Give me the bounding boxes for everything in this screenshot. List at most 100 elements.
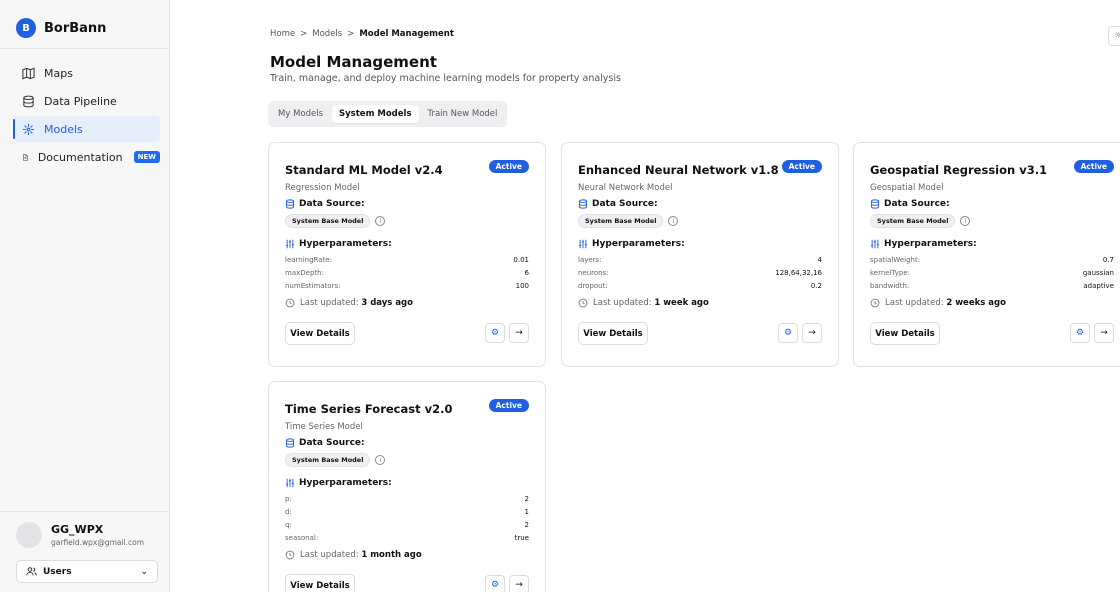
divider xyxy=(0,48,170,49)
hyperparameter-key: kernelType: xyxy=(870,269,910,277)
hyperparameter-key: seasonal: xyxy=(285,534,319,542)
data-source-row: System Base Model i xyxy=(870,214,971,228)
model-settings-button[interactable]: ⚙ xyxy=(778,323,798,343)
last-updated-label: Last updated: xyxy=(300,298,359,308)
tab-my-models[interactable]: My Models xyxy=(271,105,330,123)
brand-name: BorBann xyxy=(44,20,107,36)
open-model-button[interactable]: → xyxy=(1094,323,1114,343)
clock-icon xyxy=(870,298,880,308)
view-details-button[interactable]: View Details xyxy=(870,322,940,345)
last-updated-label: Last updated: xyxy=(593,298,652,308)
model-type: Geospatial Model xyxy=(870,183,944,193)
users-label: Users xyxy=(43,566,72,577)
sliders-icon xyxy=(286,478,294,488)
new-badge: NEW xyxy=(133,151,160,163)
breadcrumb-models[interactable]: Models xyxy=(312,29,342,39)
open-model-button[interactable]: → xyxy=(802,323,822,343)
open-model-button[interactable]: → xyxy=(509,323,529,343)
arrow-right-icon: → xyxy=(1100,328,1108,338)
settings-icon: ☼ xyxy=(1113,31,1120,41)
last-updated-value: 1 month ago xyxy=(361,550,422,560)
chevron-down-icon: ⌄ xyxy=(140,566,148,577)
model-settings-button[interactable]: ⚙ xyxy=(485,575,505,592)
gear-icon: ⚙ xyxy=(490,580,500,590)
hyperparameters-label-text: Hyperparameters: xyxy=(884,239,977,249)
hyperparameter-row: learningRate: 0.01 xyxy=(285,254,529,267)
last-updated-label: Last updated: xyxy=(300,550,359,560)
data-source-row: System Base Model i xyxy=(285,453,386,467)
status-badge: Active xyxy=(781,160,822,173)
hyperparameter-key: d: xyxy=(285,508,292,516)
hyperparameter-list: layers: 4 neurons: 128,64,32,16 dropout: 0.2 xyxy=(578,254,822,293)
brand[interactable]: B BorBann xyxy=(16,18,106,38)
user-profile[interactable]: GG_WPX garfield.wpx@gmail.com xyxy=(16,522,144,548)
users-icon xyxy=(26,567,37,576)
hyperparameter-value: 0.01 xyxy=(513,256,529,264)
brand-logo: B xyxy=(16,18,36,38)
last-updated: Last updated: 2 weeks ago xyxy=(870,298,1006,308)
gear-icon: ⚙ xyxy=(783,328,793,338)
data-source-label-text: Data Source: xyxy=(299,438,365,448)
page-title: Model Management xyxy=(270,53,437,71)
model-tabs: My Models System Models Train New Model xyxy=(268,101,508,127)
sidebar-item-documentation[interactable]: Documentation NEW xyxy=(14,144,160,170)
hyperparameter-key: neurons: xyxy=(578,269,609,277)
hyperparameter-value: true xyxy=(514,534,529,542)
model-card: Time Series Forecast v2.0 Active Time Se… xyxy=(268,381,546,592)
sidebar-item-label: Maps xyxy=(44,66,73,80)
model-card: Standard ML Model v2.4 Active Regression… xyxy=(268,142,546,367)
sidebar-item-maps[interactable]: Maps xyxy=(14,60,160,86)
info-icon[interactable]: i xyxy=(375,455,386,465)
data-source-label: Data Source: xyxy=(285,438,365,448)
hyperparameters-label: Hyperparameters: xyxy=(285,239,392,249)
model-title: Time Series Forecast v2.0 xyxy=(285,402,453,416)
breadcrumb: Home > Models > Model Management xyxy=(270,29,454,39)
hyperparameter-row: layers: 4 xyxy=(578,254,822,267)
users-dropdown[interactable]: Users ⌄ xyxy=(16,560,158,583)
info-icon[interactable]: i xyxy=(668,216,679,226)
model-type: Time Series Model xyxy=(285,422,363,432)
sliders-icon xyxy=(871,239,879,249)
hyperparameter-key: spatialWeight: xyxy=(870,256,921,264)
view-details-button[interactable]: View Details xyxy=(285,322,355,345)
database-icon xyxy=(285,199,295,209)
breadcrumb-separator: > xyxy=(347,29,355,39)
hyperparameter-row: neurons: 128,64,32,16 xyxy=(578,267,822,280)
sidebar-item-data-pipeline[interactable]: Data Pipeline xyxy=(14,88,160,114)
last-updated-value: 2 weeks ago xyxy=(946,298,1006,308)
document-icon xyxy=(23,153,28,161)
data-source-label-text: Data Source: xyxy=(884,199,950,209)
model-card: Geospatial Regression v3.1 Active Geospa… xyxy=(853,142,1120,367)
theme-toggle-button[interactable]: ☼ xyxy=(1108,26,1120,46)
hyperparameter-value: adaptive xyxy=(1083,282,1114,290)
clock-icon xyxy=(285,550,295,560)
avatar xyxy=(16,522,42,548)
hyperparameter-list: spatialWeight: 0.7 kernelType: gaussian band… xyxy=(870,254,1114,293)
map-icon xyxy=(22,67,35,79)
hyperparameter-value: 1 xyxy=(524,508,529,516)
open-model-button[interactable]: → xyxy=(509,575,529,592)
breadcrumb-home[interactable]: Home xyxy=(270,29,295,39)
hyperparameters-label: Hyperparameters: xyxy=(285,478,392,488)
database-icon xyxy=(285,438,295,448)
breadcrumb-separator: > xyxy=(300,29,308,39)
arrow-right-icon: → xyxy=(515,580,523,590)
hyperparameter-key: bandwidth: xyxy=(870,282,910,290)
data-source-chip: System Base Model xyxy=(578,214,664,228)
user-name: GG_WPX xyxy=(51,523,104,536)
hyperparameter-key: numEstimators: xyxy=(285,282,341,290)
info-icon[interactable]: i xyxy=(960,216,971,226)
model-settings-button[interactable]: ⚙ xyxy=(485,323,505,343)
model-settings-button[interactable]: ⚙ xyxy=(1070,323,1090,343)
sidebar-item-models[interactable]: Models xyxy=(13,116,160,142)
model-type: Neural Network Model xyxy=(578,183,673,193)
view-details-button[interactable]: View Details xyxy=(285,574,355,592)
arrow-right-icon: → xyxy=(515,328,523,338)
last-updated: Last updated: 1 week ago xyxy=(578,298,709,308)
hyperparameter-value: 2 xyxy=(524,521,529,529)
tab-system-models[interactable]: System Models xyxy=(332,105,419,123)
tab-train-new-model[interactable]: Train New Model xyxy=(421,105,505,123)
hyperparameter-value: 128,64,32,16 xyxy=(775,269,822,277)
info-icon[interactable]: i xyxy=(375,216,386,226)
view-details-button[interactable]: View Details xyxy=(578,322,648,345)
